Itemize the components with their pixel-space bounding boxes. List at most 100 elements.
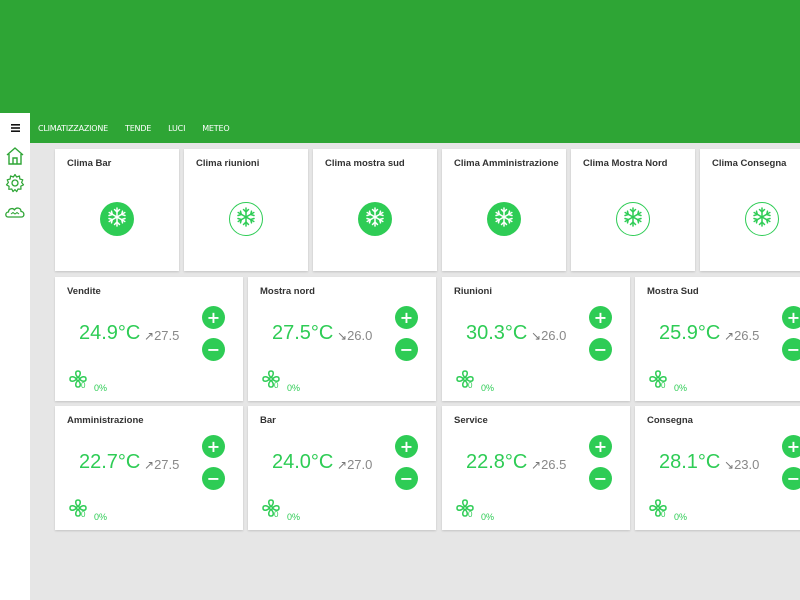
tab-climatizzazione[interactable]: CLIMATIZZAZIONE	[38, 124, 108, 133]
fan-level: 0	[81, 510, 86, 519]
setpoint: ↘23.0	[724, 457, 759, 472]
setpoint: ↘26.0	[337, 328, 372, 343]
fan-icon[interactable]: 0	[260, 369, 284, 391]
fan-percentage: 0%	[94, 383, 108, 393]
decrease-setpoint-button[interactable]: −	[782, 467, 800, 490]
fan-percentage: 0%	[481, 512, 495, 522]
fan-level: 0	[274, 510, 279, 519]
gear-icon[interactable]	[4, 172, 26, 194]
snowflake-icon	[493, 206, 515, 233]
zone-title: Amministrazione	[67, 415, 144, 426]
decrease-setpoint-button[interactable]: −	[589, 338, 612, 361]
main-content: Clima Bar Clima riunioni Clima mostra su…	[30, 143, 800, 600]
zone-title: Bar	[260, 415, 276, 426]
trend-arrow-icon: ↘	[531, 329, 542, 343]
zone-card: Mostra Sud 25.9°C ↗26.5 + − 0 0%	[635, 277, 800, 401]
trend-arrow-icon: ↗	[144, 329, 155, 343]
trend-arrow-icon: ↗	[144, 458, 155, 472]
fan-icon[interactable]: 0	[260, 498, 284, 520]
zone-title: Mostra nord	[260, 286, 315, 297]
fan-icon[interactable]: 0	[67, 369, 91, 391]
setpoint: ↗27.0	[337, 457, 372, 472]
current-temperature: 25.9°C	[659, 322, 721, 344]
fan-icon[interactable]: 0	[67, 498, 91, 520]
fan-level: 0	[661, 381, 666, 390]
snowflake-toggle-button[interactable]	[616, 202, 650, 236]
setpoint-value: 27.5	[154, 457, 180, 472]
zone-title: Service	[454, 415, 488, 426]
zone-card: Amministrazione 22.7°C ↗27.5 + − 0 0%	[55, 406, 243, 530]
clima-card: Clima Bar	[55, 149, 179, 271]
increase-setpoint-button[interactable]: +	[202, 306, 225, 329]
setpoint: ↗26.5	[531, 457, 566, 472]
fan-icon[interactable]: 0	[454, 369, 478, 391]
tab-meteo[interactable]: METEO	[202, 124, 229, 133]
decrease-setpoint-button[interactable]: −	[202, 338, 225, 361]
increase-setpoint-button[interactable]: +	[395, 306, 418, 329]
snowflake-toggle-button[interactable]	[745, 202, 779, 236]
zone-card: Mostra nord 27.5°C ↘26.0 + − 0 0%	[248, 277, 436, 401]
setpoint-value: 23.0	[734, 457, 760, 472]
sidebar	[0, 113, 30, 600]
cloud-icon[interactable]	[4, 201, 26, 223]
trend-arrow-icon: ↗	[337, 458, 348, 472]
top-tabs: CLIMATIZZAZIONE TENDE LUCI METEO	[30, 113, 238, 143]
decrease-setpoint-button[interactable]: −	[782, 338, 800, 361]
setpoint-value: 27.5	[154, 328, 180, 343]
fan-percentage: 0%	[674, 383, 688, 393]
setpoint: ↘26.0	[531, 328, 566, 343]
current-temperature: 28.1°C	[659, 451, 721, 473]
increase-setpoint-button[interactable]: +	[395, 435, 418, 458]
increase-setpoint-button[interactable]: +	[782, 306, 800, 329]
fan-percentage: 0%	[94, 512, 108, 522]
increase-setpoint-button[interactable]: +	[589, 306, 612, 329]
decrease-setpoint-button[interactable]: −	[202, 467, 225, 490]
hamburger-menu-button[interactable]	[0, 113, 30, 143]
current-temperature: 22.7°C	[79, 451, 141, 473]
increase-setpoint-button[interactable]: +	[589, 435, 612, 458]
zone-card: Consegna 28.1°C ↘23.0 + − 0 0%	[635, 406, 800, 530]
increase-setpoint-button[interactable]: +	[782, 435, 800, 458]
setpoint: ↗26.5	[724, 328, 759, 343]
setpoint-value: 26.0	[347, 328, 373, 343]
setpoint-value: 26.5	[734, 328, 760, 343]
clima-card: Clima Amministrazione	[442, 149, 566, 271]
fan-icon[interactable]: 0	[647, 498, 671, 520]
snowflake-toggle-button[interactable]	[487, 202, 521, 236]
current-temperature: 22.8°C	[466, 451, 528, 473]
setpoint: ↗27.5	[144, 328, 179, 343]
snowflake-toggle-button[interactable]	[100, 202, 134, 236]
current-temperature: 30.3°C	[466, 322, 528, 344]
decrease-setpoint-button[interactable]: −	[395, 338, 418, 361]
zone-card: Vendite 24.9°C ↗27.5 + − 0 0%	[55, 277, 243, 401]
snowflake-icon	[364, 206, 386, 233]
fan-level: 0	[81, 381, 86, 390]
setpoint-value: 26.5	[541, 457, 567, 472]
fan-level: 0	[661, 510, 666, 519]
clima-card-title: Clima Amministrazione	[454, 158, 559, 169]
tab-luci[interactable]: LUCI	[168, 124, 185, 133]
zone-card: Bar 24.0°C ↗27.0 + − 0 0%	[248, 406, 436, 530]
snowflake-toggle-button[interactable]	[358, 202, 392, 236]
snowflake-icon	[622, 206, 644, 233]
decrease-setpoint-button[interactable]: −	[395, 467, 418, 490]
clima-card: Clima Mostra Nord	[571, 149, 695, 271]
clima-card: Clima Consegna	[700, 149, 800, 271]
fan-percentage: 0%	[287, 512, 301, 522]
tab-tende[interactable]: TENDE	[125, 124, 151, 133]
zone-title: Consegna	[647, 415, 693, 426]
clima-card-title: Clima Bar	[67, 158, 112, 169]
trend-arrow-icon: ↘	[724, 458, 735, 472]
zone-card: Service 22.8°C ↗26.5 + − 0 0%	[442, 406, 630, 530]
fan-percentage: 0%	[481, 383, 495, 393]
setpoint-value: 27.0	[347, 457, 373, 472]
setpoint: ↗27.5	[144, 457, 179, 472]
fan-icon[interactable]: 0	[454, 498, 478, 520]
snowflake-toggle-button[interactable]	[229, 202, 263, 236]
trend-arrow-icon: ↘	[337, 329, 348, 343]
increase-setpoint-button[interactable]: +	[202, 435, 225, 458]
decrease-setpoint-button[interactable]: −	[589, 467, 612, 490]
home-icon[interactable]	[4, 145, 26, 167]
snowflake-icon	[751, 206, 773, 233]
fan-icon[interactable]: 0	[647, 369, 671, 391]
